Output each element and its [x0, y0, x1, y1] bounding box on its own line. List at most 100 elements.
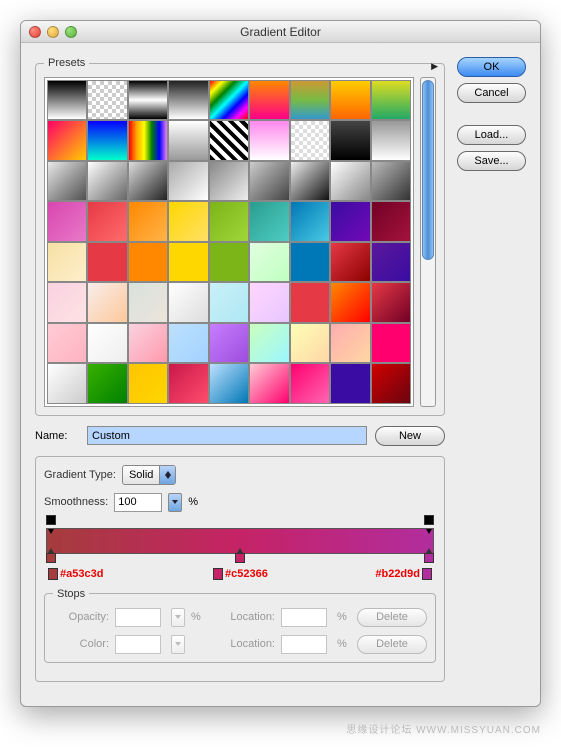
new-button[interactable]: New — [375, 426, 445, 446]
color-indicator-icon — [213, 568, 223, 580]
preset-swatch[interactable] — [128, 161, 168, 201]
preset-swatch[interactable] — [209, 80, 249, 120]
save-button[interactable]: Save... — [457, 151, 526, 171]
preset-swatch[interactable] — [371, 201, 411, 241]
preset-swatch[interactable] — [168, 282, 208, 322]
preset-swatch[interactable] — [371, 242, 411, 282]
preset-swatch[interactable] — [168, 242, 208, 282]
location-input-1 — [281, 608, 327, 627]
preset-swatch[interactable] — [87, 323, 127, 363]
preset-swatch[interactable] — [128, 242, 168, 282]
preset-swatch[interactable] — [209, 323, 249, 363]
titlebar: Gradient Editor — [21, 21, 540, 43]
opacity-stop-left[interactable] — [46, 515, 56, 529]
preset-swatch[interactable] — [249, 120, 289, 160]
preset-swatch[interactable] — [371, 363, 411, 403]
preset-swatch[interactable] — [209, 120, 249, 160]
preset-swatch[interactable] — [290, 120, 330, 160]
color-stop-1[interactable] — [235, 553, 245, 567]
preset-swatch[interactable] — [249, 242, 289, 282]
name-label: Name: — [35, 430, 79, 442]
preset-swatch[interactable] — [47, 120, 87, 160]
preset-swatch[interactable] — [290, 282, 330, 322]
preset-swatch[interactable] — [249, 161, 289, 201]
cancel-button[interactable]: Cancel — [457, 83, 526, 103]
preset-swatch[interactable] — [290, 201, 330, 241]
preset-swatch[interactable] — [249, 80, 289, 120]
preset-swatch[interactable] — [168, 80, 208, 120]
preset-swatch[interactable] — [330, 201, 370, 241]
preset-swatch[interactable] — [371, 161, 411, 201]
preset-swatch[interactable] — [128, 363, 168, 403]
preset-swatch[interactable] — [47, 363, 87, 403]
preset-swatch[interactable] — [168, 120, 208, 160]
preset-swatch[interactable] — [209, 201, 249, 241]
presets-scrollbar[interactable] — [420, 77, 436, 407]
preset-swatch[interactable] — [290, 323, 330, 363]
preset-swatch[interactable] — [290, 363, 330, 403]
preset-swatch[interactable] — [168, 323, 208, 363]
preset-swatch[interactable] — [47, 282, 87, 322]
opacity-stop-right[interactable] — [424, 515, 434, 529]
preset-swatch[interactable] — [330, 120, 370, 160]
presets-flyout-icon[interactable]: ▶ — [431, 61, 438, 72]
preset-swatch[interactable] — [87, 120, 127, 160]
preset-swatch[interactable] — [290, 161, 330, 201]
preset-swatch[interactable] — [87, 242, 127, 282]
name-input[interactable] — [87, 426, 367, 445]
preset-swatch[interactable] — [47, 80, 87, 120]
ok-button[interactable]: OK — [457, 57, 526, 77]
preset-swatch[interactable] — [128, 120, 168, 160]
preset-swatch[interactable] — [371, 80, 411, 120]
preset-swatch[interactable] — [87, 282, 127, 322]
preset-swatch[interactable] — [87, 201, 127, 241]
preset-swatch[interactable] — [371, 282, 411, 322]
smoothness-stepper[interactable] — [168, 493, 182, 512]
preset-swatch[interactable] — [128, 201, 168, 241]
preset-swatch[interactable] — [249, 323, 289, 363]
presets-legend: Presets — [44, 57, 89, 69]
preset-swatch[interactable] — [209, 242, 249, 282]
preset-swatches[interactable] — [44, 77, 414, 407]
preset-swatch[interactable] — [371, 323, 411, 363]
minimize-button[interactable] — [47, 26, 59, 38]
preset-swatch[interactable] — [330, 363, 370, 403]
close-button[interactable] — [29, 26, 41, 38]
preset-swatch[interactable] — [87, 161, 127, 201]
color-stop-0[interactable] — [46, 553, 56, 567]
load-button[interactable]: Load... — [457, 125, 526, 145]
preset-swatch[interactable] — [128, 282, 168, 322]
preset-swatch[interactable] — [290, 80, 330, 120]
preset-swatch[interactable] — [168, 363, 208, 403]
preset-swatch[interactable] — [290, 242, 330, 282]
preset-swatch[interactable] — [249, 282, 289, 322]
preset-swatch[interactable] — [371, 120, 411, 160]
preset-swatch[interactable] — [209, 363, 249, 403]
smoothness-label: Smoothness: — [44, 496, 108, 508]
gradient-bar[interactable] — [46, 528, 434, 554]
preset-swatch[interactable] — [330, 323, 370, 363]
preset-swatch[interactable] — [249, 201, 289, 241]
scrollbar-thumb[interactable] — [422, 80, 434, 260]
smoothness-input[interactable]: 100 — [114, 493, 162, 512]
preset-swatch[interactable] — [128, 323, 168, 363]
zoom-button[interactable] — [65, 26, 77, 38]
preset-swatch[interactable] — [330, 161, 370, 201]
preset-swatch[interactable] — [249, 363, 289, 403]
preset-swatch[interactable] — [128, 80, 168, 120]
preset-swatch[interactable] — [47, 323, 87, 363]
preset-swatch[interactable] — [87, 80, 127, 120]
preset-swatch[interactable] — [209, 282, 249, 322]
preset-swatch[interactable] — [47, 161, 87, 201]
preset-swatch[interactable] — [330, 242, 370, 282]
preset-swatch[interactable] — [330, 282, 370, 322]
preset-swatch[interactable] — [168, 201, 208, 241]
preset-swatch[interactable] — [209, 161, 249, 201]
color-stop-2[interactable] — [424, 553, 434, 567]
preset-swatch[interactable] — [47, 201, 87, 241]
preset-swatch[interactable] — [87, 363, 127, 403]
preset-swatch[interactable] — [168, 161, 208, 201]
gradient-type-select[interactable]: Solid — [122, 465, 176, 485]
preset-swatch[interactable] — [330, 80, 370, 120]
preset-swatch[interactable] — [47, 242, 87, 282]
